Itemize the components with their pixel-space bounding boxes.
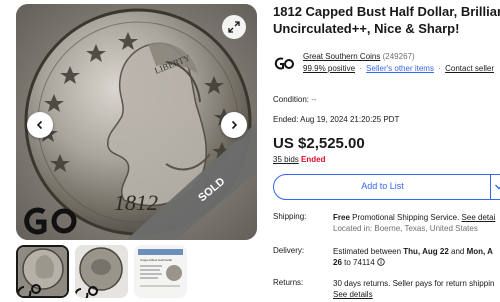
delivery-zip: to 74114: [344, 258, 375, 267]
thumbnail-1[interactable]: [16, 245, 69, 298]
add-to-list-label: Add to List: [361, 181, 404, 191]
thumbnail-2[interactable]: [75, 245, 128, 298]
separator: ·: [438, 64, 441, 73]
delivery-label: Delivery:: [273, 246, 305, 255]
ended-value: Aug 19, 2024 21:20:25 PDT: [300, 115, 400, 124]
delivery-prefix: Estimated between: [333, 247, 402, 256]
seller-positive-link[interactable]: 99.9% positive: [303, 64, 355, 73]
item-details: 1812 Capped Bust Half Dollar, Brilliant …: [273, 0, 500, 302]
ended-label: Ended:: [273, 115, 299, 124]
bids-link[interactable]: 35 bids: [273, 155, 299, 164]
ended-row: Ended: Aug 19, 2024 21:20:25 PDT: [273, 115, 399, 124]
listing-title: 1812 Capped Bust Half Dollar, Brilliant …: [273, 4, 500, 36]
seller-other-items-link[interactable]: Seller's other items: [366, 64, 434, 73]
condition-value: --: [311, 95, 317, 104]
chevron-right-icon: [231, 120, 238, 130]
next-image-button[interactable]: [221, 112, 247, 138]
condition-row: Condition: --: [273, 95, 317, 104]
info-icon[interactable]: [377, 258, 385, 266]
shipping-details-link[interactable]: See detai: [462, 213, 496, 222]
chevron-down-icon[interactable]: [494, 182, 500, 192]
divider: [490, 175, 491, 199]
item-location: Located in: Boerne, Texas, United States: [333, 224, 478, 233]
seller-info: Great Southern Coins (249267) 99.9% posi…: [273, 52, 500, 78]
watermark-logo: [24, 207, 77, 235]
main-image[interactable]: LIBERTY 1812 SOLD: [16, 4, 257, 240]
bids-row: 35 bids Ended: [273, 155, 325, 164]
shipping-free: Free: [333, 213, 350, 222]
returns-label: Returns:: [273, 278, 304, 287]
thumbnail-strip: Capped Bust Half Dollar: [16, 245, 187, 298]
seller-score: (249267): [382, 52, 415, 61]
shipping-info: Free Promotional Shipping Service. See d…: [333, 212, 500, 234]
delivery-end: Mon, A: [466, 247, 493, 256]
delivery-day: 26: [333, 258, 342, 267]
chevron-left-icon: [36, 120, 43, 130]
shipping-text: Promotional Shipping Service.: [352, 213, 460, 222]
ended-status: Ended: [301, 155, 326, 164]
delivery-info: Estimated between Thu, Aug 22 and Mon, A…: [333, 246, 500, 268]
delivery-start: Thu, Aug 22: [403, 247, 449, 256]
seller-logo: [274, 57, 294, 70]
contact-seller-link[interactable]: Contact seller: [445, 64, 494, 73]
thumbnail-3[interactable]: Capped Bust Half Dollar: [134, 245, 187, 298]
delivery-and: and: [451, 247, 465, 256]
coin-date: 1812: [114, 190, 158, 215]
condition-label: Condition:: [273, 95, 310, 104]
separator: ·: [359, 64, 362, 73]
expand-image-button[interactable]: [222, 15, 246, 39]
svg-text:Capped Bust Half Dollar: Capped Bust Half Dollar: [140, 258, 172, 262]
expand-icon: [228, 21, 240, 33]
returns-info: 30 days returns. Seller pays for return …: [333, 278, 500, 300]
returns-details-link[interactable]: See details: [333, 290, 373, 299]
add-to-list-button[interactable]: Add to List: [273, 174, 500, 200]
previous-image-button[interactable]: [27, 112, 53, 138]
seller-name-link[interactable]: Great Southern Coins: [303, 52, 380, 61]
returns-text: 30 days returns. Seller pays for return …: [333, 279, 495, 288]
price: US $2,525.00: [273, 135, 365, 152]
shipping-label: Shipping:: [273, 212, 307, 221]
